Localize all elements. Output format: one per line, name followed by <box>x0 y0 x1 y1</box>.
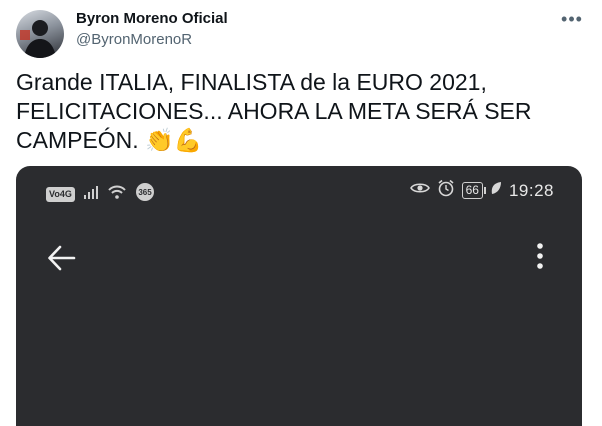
app-badge-icon: 365 <box>135 182 155 207</box>
app-badge-text: 365 <box>138 188 152 197</box>
avatar[interactable] <box>16 10 64 58</box>
signal-icon <box>83 185 99 204</box>
status-left: Vo4G 365 <box>46 182 155 207</box>
wifi-icon <box>107 184 127 205</box>
alarm-icon <box>437 179 455 202</box>
status-time: 19:28 <box>508 180 554 200</box>
tweet-card: Byron Moreno Oficial @ByronMorenoR ••• G… <box>0 0 602 426</box>
network-badge: Vo4G <box>46 187 75 202</box>
attached-image[interactable]: Vo4G 365 66 19:28 <box>16 166 582 426</box>
back-arrow-icon[interactable] <box>46 244 78 272</box>
more-vertical-icon[interactable] <box>530 240 550 276</box>
more-horizontal-icon[interactable]: ••• <box>560 9 584 29</box>
battery-indicator: 66 <box>461 182 487 199</box>
author-name[interactable]: Byron Moreno Oficial <box>76 10 228 27</box>
eye-icon <box>409 181 430 200</box>
phone-status-bar: Vo4G 365 66 19:28 <box>16 166 582 214</box>
status-right: 66 19:28 <box>409 179 554 202</box>
leaf-icon <box>490 181 502 200</box>
tweet-text: Grande ITALIA, FINALISTA de la EURO 2021… <box>16 69 538 153</box>
author-handle[interactable]: @ByronMorenoR <box>76 31 192 48</box>
